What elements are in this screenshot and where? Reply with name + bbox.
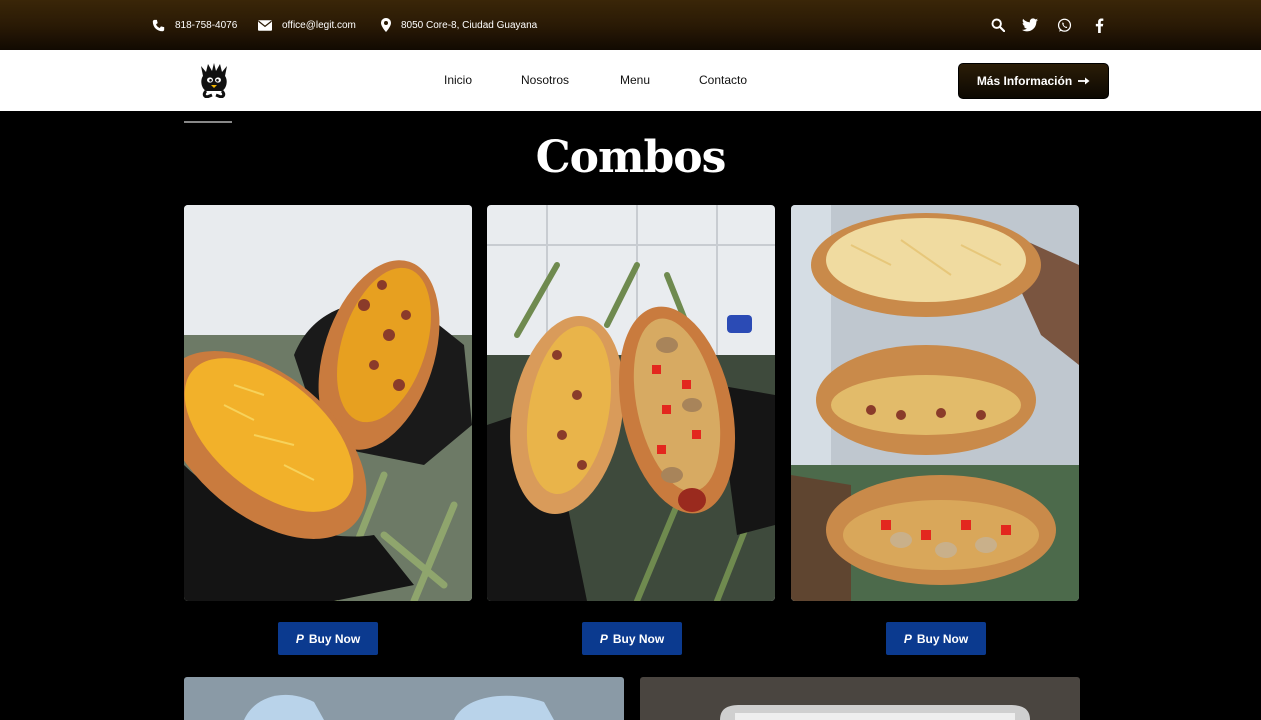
nav-item-contacto[interactable]: Contacto — [699, 50, 747, 111]
phone-contact[interactable]: 818-758-4076 — [152, 0, 237, 50]
arrow-right-icon — [1078, 77, 1090, 85]
whatsapp-link[interactable] — [1052, 0, 1076, 50]
buy-now-button-2[interactable]: P Buy Now — [582, 622, 682, 655]
address-text: 8050 Core-8, Ciudad Guayana — [401, 19, 538, 31]
section-title: Combos — [535, 132, 727, 183]
combo-image-4[interactable] — [184, 677, 624, 720]
section-divider — [184, 121, 232, 123]
nav-item-nosotros[interactable]: Nosotros — [521, 50, 569, 111]
twitter-icon — [1022, 18, 1038, 32]
envelope-icon — [258, 19, 272, 31]
nav-item-menu[interactable]: Menu — [620, 50, 650, 111]
paypal-icon: P — [295, 631, 304, 646]
top-bar: 818-758-4076 office@legit.com 8050 Core-… — [0, 0, 1261, 50]
search-button[interactable] — [986, 0, 1010, 50]
buy-now-button-1[interactable]: P Buy Now — [278, 622, 378, 655]
address-contact[interactable]: 8050 Core-8, Ciudad Guayana — [381, 0, 537, 50]
paypal-icon: P — [903, 631, 912, 646]
buy-now-label: Buy Now — [916, 631, 969, 646]
paypal-icon: P — [599, 631, 608, 646]
phone-icon — [152, 19, 165, 31]
more-info-button[interactable]: Más Información — [958, 63, 1109, 99]
whatsapp-icon — [1057, 18, 1071, 32]
main-navigation: Inicio Nosotros Menu Contacto Más Inform… — [0, 50, 1261, 111]
email-contact[interactable]: office@legit.com — [258, 0, 356, 50]
facebook-icon — [1095, 18, 1103, 33]
map-pin-icon — [381, 18, 391, 32]
more-info-label: Más Información — [976, 74, 1073, 88]
buy-now-label: Buy Now — [612, 631, 665, 646]
buy-now-label: Buy Now — [308, 631, 361, 646]
logo-icon[interactable] — [198, 62, 230, 98]
combo-image-2[interactable] — [487, 205, 775, 601]
combo-image-1[interactable] — [184, 205, 472, 601]
combo-image-3[interactable] — [791, 205, 1079, 601]
search-icon — [991, 18, 1005, 32]
combo-image-5[interactable] — [640, 677, 1080, 720]
facebook-link[interactable] — [1087, 0, 1111, 50]
twitter-link[interactable] — [1018, 0, 1042, 50]
nav-item-inicio[interactable]: Inicio — [444, 50, 472, 111]
phone-text: 818-758-4076 — [175, 19, 238, 31]
email-text: office@legit.com — [282, 19, 356, 31]
buy-now-button-3[interactable]: P Buy Now — [886, 622, 986, 655]
